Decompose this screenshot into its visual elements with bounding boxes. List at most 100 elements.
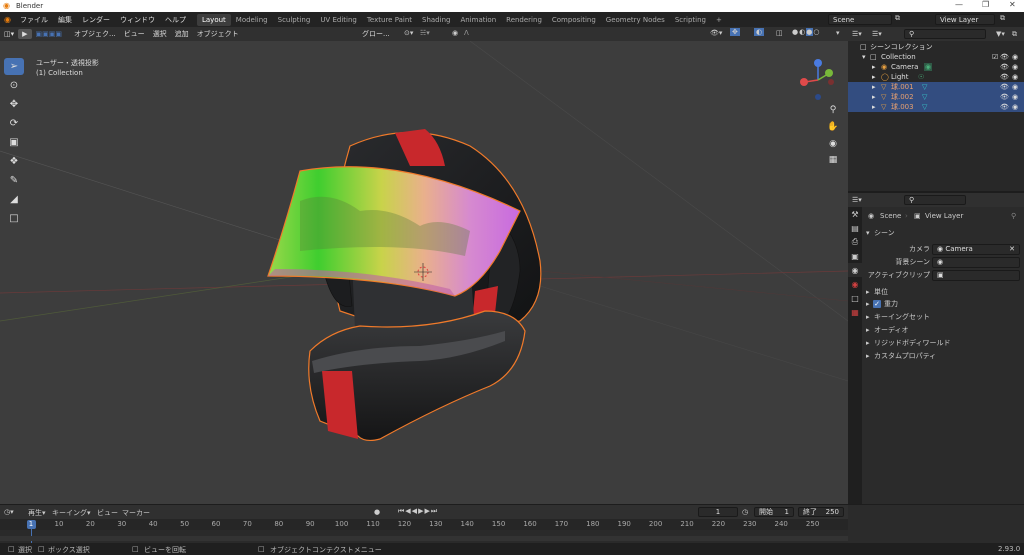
shading-mode-icons[interactable]: ●◐●○ [792,28,820,36]
eye-icon[interactable]: 👁 [1000,103,1009,111]
expand-icon[interactable]: ▸ [866,326,870,334]
falloff-icon[interactable]: Λ [464,29,469,37]
menu-add[interactable]: 追加 [171,28,193,40]
start-frame-field[interactable]: 開始 1 [754,507,794,517]
panel-rigid-body-world[interactable]: ▸ リジッドボディワールド [862,337,1024,349]
outliner-row-sphere-001[interactable]: ▸ ▽ 球.001 ▽ 👁 ◉ [848,82,1024,92]
panel-custom-properties[interactable]: ▸ カスタムプロパティ [862,350,1024,362]
render-camera-icon[interactable]: ◉ [1012,63,1018,71]
navigation-gizmo[interactable]: ⚲ ✋ ◉ ▦ [795,56,841,166]
expand-icon[interactable]: ▸ [872,93,876,101]
eye-icon[interactable]: 👁 [1000,93,1009,101]
proportional-edit-icon[interactable]: ◉ [452,29,458,37]
eye-icon[interactable]: 👁 [1000,73,1009,81]
menu-select[interactable]: 選択 [149,28,171,40]
tab-compositing[interactable]: Compositing [547,14,601,26]
tab-texture-paint[interactable]: Texture Paint [362,14,417,26]
selection-mode-icons[interactable]: ▣▣▣▣ [32,29,66,39]
ortho-grid-icon[interactable]: ▦ [826,153,840,167]
maximize-button[interactable]: ❐ [982,0,989,9]
transform-tool-icon[interactable]: ❖ [4,153,24,170]
render-camera-icon[interactable]: ◉ [1012,93,1018,101]
menu-keying[interactable]: キーイング▾ [52,508,91,518]
expand-icon[interactable]: ▸ [866,288,870,296]
menu-marker[interactable]: マーカー [122,508,150,518]
pin-icon[interactable]: ⚲ [1011,212,1016,220]
timeline[interactable]: 1 10 20 30 40 50 60 70 80 90 100 110 120 130 140 150 160… [0,519,848,543]
panel-units[interactable]: ▸ 単位 [862,286,1024,298]
editor-type-icon[interactable]: ◷▾ [4,508,14,516]
panel-scene-header[interactable]: ▾ シーン [862,227,1024,239]
visibility-icon[interactable]: 👁▾ [710,29,722,37]
expand-icon[interactable]: ▸ [872,83,876,91]
panel-audio[interactable]: ▸ オーディオ [862,324,1024,336]
eye-icon[interactable]: 👁 [1000,63,1009,71]
record-icon[interactable]: ● [374,508,380,516]
expand-icon[interactable]: ▸ [866,352,870,360]
output-tab-icon[interactable]: ⎙ [848,235,862,249]
view-layer-selector[interactable]: View Layer [935,14,995,25]
mode-dropdown[interactable]: オブジェク... [70,28,120,40]
scene-tab-icon[interactable]: ◉ [848,263,862,277]
clear-icon[interactable]: ✕ [1009,245,1015,253]
panel-gravity[interactable]: ▸ ✓ 重力 [862,298,1024,310]
expand-icon[interactable]: ▸ [866,300,870,308]
render-camera-icon[interactable]: ◉ [1012,103,1018,111]
scene-selector[interactable]: Scene [828,14,892,25]
menu-object[interactable]: オブジェクト [193,28,243,40]
texture-tab-icon[interactable]: ▦ [848,305,862,319]
tab-uv-editing[interactable]: UV Editing [315,14,362,26]
new-view-layer-icon[interactable]: ⧉ [1000,14,1005,23]
tab-animation[interactable]: Animation [455,14,501,26]
camera-field[interactable]: ◉ Camera ✕ [932,243,1020,255]
menu-window[interactable]: ウィンドウ [115,15,160,25]
3d-viewport[interactable] [0,41,848,504]
outliner-row-collection[interactable]: ▾ □ Collection ☑ 👁 ◉ [848,52,1024,62]
render-camera-icon[interactable]: ◉ [1012,83,1018,91]
cursor-tool-icon[interactable]: ⊙ [4,77,24,94]
expand-icon[interactable]: ▸ [872,63,876,71]
gizmo-toggle-icon[interactable]: ✥ [730,28,740,36]
select-box-tool-icon[interactable]: ➢ [4,58,24,75]
tab-sculpting[interactable]: Sculpting [273,14,316,26]
expand-icon[interactable]: ▸ [866,313,870,321]
editor-type-icon[interactable]: ☰▾ [852,196,862,204]
outliner-row-sphere-002[interactable]: ▸ ▽ 球.002 ▽ 👁 ◉ [848,92,1024,102]
tab-rendering[interactable]: Rendering [501,14,547,26]
xray-icon[interactable]: ◫ [776,29,783,37]
expand-icon[interactable]: ▸ [872,73,876,81]
add-cube-tool-icon[interactable]: □ [4,210,24,227]
outliner-row-light[interactable]: ▸ ◯ Light ☉ 👁 ◉ [848,72,1024,82]
collection-tab-icon[interactable]: □ [848,291,862,305]
shading-options-icon[interactable]: ▾ [836,29,840,37]
outliner-row-camera[interactable]: ▸ ◉ Camera ◉ 👁 ◉ [848,62,1024,72]
outliner-row-scene-collection[interactable]: □ シーンコレクション [848,42,1024,52]
annotate-tool-icon[interactable]: ✎ [4,172,24,189]
menu-playback[interactable]: 再生▾ [28,508,46,518]
rotate-tool-icon[interactable]: ⟳ [4,115,24,132]
render-camera-icon[interactable]: ◉ [1012,53,1018,61]
tab-modeling[interactable]: Modeling [231,14,273,26]
zoom-icon[interactable]: ⚲ [826,103,840,117]
pan-hand-icon[interactable]: ✋ [826,120,840,134]
expand-icon[interactable]: ▸ [866,339,870,347]
render-camera-icon[interactable]: ◉ [1012,73,1018,81]
expand-icon[interactable]: ▾ [862,53,866,61]
add-workspace-button[interactable]: + [711,14,727,26]
active-clip-field[interactable]: ▣ [932,269,1020,281]
axis-gizmo[interactable] [795,56,841,106]
menu-help[interactable]: ヘルプ [160,15,191,25]
menu-render[interactable]: レンダー [77,15,115,25]
frame-ruler[interactable]: 1 10 20 30 40 50 60 70 80 90 100 110 120 130 140 150 160… [0,519,848,530]
background-scene-field[interactable]: ◉ [932,256,1020,268]
eye-icon[interactable]: 👁 [1000,53,1009,61]
editor-type-icon[interactable]: ☰▾ [852,30,862,38]
outliner-search-input[interactable]: ⚲ [904,29,986,39]
measure-tool-icon[interactable]: ◢ [4,191,24,208]
blender-menu-icon[interactable]: ◉ [0,15,15,24]
camera-view-icon[interactable]: ◉ [826,137,840,151]
current-frame-field[interactable]: 1 [698,507,738,517]
gravity-checkbox[interactable]: ✓ [873,300,881,308]
checkbox-icon[interactable]: ☑ [992,53,998,61]
close-button[interactable]: ✕ [1009,0,1016,9]
